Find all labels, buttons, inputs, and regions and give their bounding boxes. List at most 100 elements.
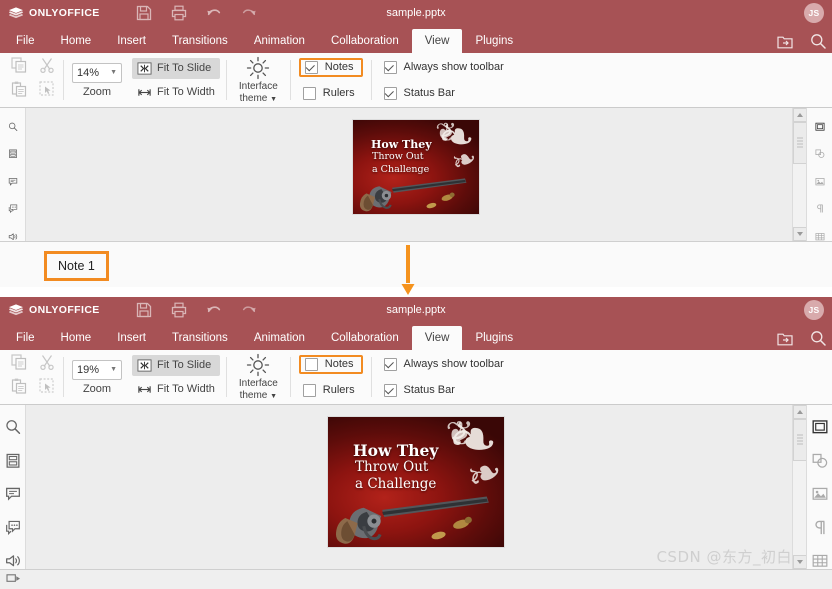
- scroll-down-button[interactable]: [793, 227, 806, 241]
- fit-to-width-button[interactable]: Fit To Width: [132, 379, 220, 400]
- start-slideshow-button[interactable]: [0, 573, 26, 586]
- vertical-scrollbar-after[interactable]: [792, 405, 806, 569]
- tab-animation[interactable]: Animation: [241, 29, 318, 53]
- copy-icon[interactable]: [11, 354, 27, 370]
- search-icon[interactable]: [810, 33, 826, 49]
- slides-icon[interactable]: [5, 453, 21, 469]
- interface-theme-button[interactable]: Interface theme ▼: [229, 350, 288, 404]
- tab-collaboration[interactable]: Collaboration: [318, 29, 412, 53]
- feedback-icon[interactable]: [5, 232, 21, 241]
- always-show-toolbar-row[interactable]: Always show toolbar: [380, 355, 508, 374]
- select-all-icon[interactable]: [39, 378, 55, 394]
- status-bar-row[interactable]: Status Bar: [380, 381, 508, 400]
- comments-icon[interactable]: [5, 177, 21, 186]
- always-show-toolbar-checkbox[interactable]: [383, 60, 397, 74]
- tab-home[interactable]: Home: [48, 29, 105, 53]
- always-show-toolbar-row[interactable]: Always show toolbar: [380, 58, 508, 77]
- tab-view[interactable]: View: [411, 326, 463, 350]
- save-icon[interactable]: [136, 5, 152, 21]
- avatar[interactable]: JS: [804, 300, 824, 320]
- tab-plugins[interactable]: Plugins: [462, 29, 526, 53]
- tab-home[interactable]: Home: [48, 326, 105, 350]
- undo-icon[interactable]: [206, 302, 222, 318]
- status-bar-checkbox[interactable]: [383, 86, 397, 100]
- scroll-up-button[interactable]: [793, 405, 806, 419]
- redo-icon[interactable]: [241, 302, 257, 318]
- paste-icon[interactable]: [11, 81, 27, 97]
- save-icon[interactable]: [136, 302, 152, 318]
- fit-to-slide-button[interactable]: Fit To Slide: [132, 354, 220, 376]
- paste-icon[interactable]: [11, 378, 27, 394]
- slide-thumbnail-after[interactable]: ❧ ❦ ❧ How They Throw Out a Challenge: [328, 417, 504, 547]
- search-icon[interactable]: [5, 122, 21, 132]
- copy-icon[interactable]: [11, 57, 27, 73]
- interface-theme-button[interactable]: Interface theme ▼: [229, 53, 288, 107]
- search-icon[interactable]: [5, 419, 21, 435]
- tab-transitions[interactable]: Transitions: [159, 29, 241, 53]
- undo-icon[interactable]: [206, 5, 222, 21]
- rulers-checkbox[interactable]: [302, 383, 316, 397]
- chat-icon[interactable]: [5, 204, 21, 214]
- tab-transitions[interactable]: Transitions: [159, 326, 241, 350]
- fit-to-slide-button[interactable]: Fit To Slide: [132, 57, 220, 79]
- tab-animation[interactable]: Animation: [241, 326, 318, 350]
- scroll-up-button[interactable]: [793, 108, 806, 122]
- slide-canvas-after[interactable]: ❧ ❦ ❧ How They Throw Out a Challenge: [26, 405, 806, 569]
- tab-insert[interactable]: Insert: [104, 29, 159, 53]
- slide-thumbnail-before[interactable]: ❧ ❦ ❧ How They Throw Out a Challenge: [353, 120, 479, 214]
- tab-insert[interactable]: Insert: [104, 326, 159, 350]
- open-file-location-icon[interactable]: [777, 331, 793, 346]
- slide-settings-icon[interactable]: [812, 122, 828, 131]
- avatar[interactable]: JS: [804, 3, 824, 23]
- table-settings-icon[interactable]: [812, 232, 828, 241]
- search-icon[interactable]: [810, 330, 826, 346]
- vertical-scrollbar-before[interactable]: [792, 108, 806, 241]
- paragraph-settings-icon[interactable]: [812, 204, 828, 213]
- scroll-thumb[interactable]: [793, 419, 806, 461]
- scroll-thumb[interactable]: [793, 122, 806, 164]
- tab-view[interactable]: View: [411, 29, 463, 53]
- chat-icon[interactable]: [5, 520, 21, 536]
- fit-to-width-button[interactable]: Fit To Width: [132, 82, 220, 103]
- tab-collaboration[interactable]: Collaboration: [318, 326, 412, 350]
- cut-icon[interactable]: [39, 354, 55, 370]
- open-file-location-icon[interactable]: [777, 34, 793, 49]
- comments-icon[interactable]: [5, 486, 21, 502]
- brand-before[interactable]: ONLYOFFICE: [0, 6, 100, 20]
- slides-icon[interactable]: [5, 149, 21, 159]
- brand-after[interactable]: ONLYOFFICE: [0, 303, 100, 317]
- zoom-select[interactable]: 19% ▼: [72, 359, 122, 380]
- notes-pane-before[interactable]: Note 1: [0, 241, 832, 287]
- paragraph-settings-icon[interactable]: [812, 520, 828, 536]
- tab-file[interactable]: File: [3, 29, 48, 53]
- status-bar-checkbox[interactable]: [383, 383, 397, 397]
- print-icon[interactable]: [171, 302, 187, 318]
- always-show-toolbar-checkbox[interactable]: [383, 357, 397, 371]
- rulers-checkbox-row[interactable]: Rulers: [299, 84, 363, 103]
- rulers-checkbox[interactable]: [302, 86, 316, 100]
- cut-icon[interactable]: [39, 57, 55, 73]
- notes-checkbox-row[interactable]: Notes: [298, 57, 363, 77]
- table-settings-icon[interactable]: [812, 553, 828, 569]
- notes-checkbox[interactable]: [304, 357, 318, 371]
- shape-settings-icon[interactable]: [812, 453, 828, 469]
- feedback-icon[interactable]: [5, 553, 21, 569]
- note-highlight-box[interactable]: Note 1: [44, 251, 109, 281]
- tab-plugins[interactable]: Plugins: [462, 326, 526, 350]
- notes-content-area[interactable]: Note 1: [26, 242, 832, 287]
- shape-settings-icon[interactable]: [812, 149, 828, 159]
- redo-icon[interactable]: [241, 5, 257, 21]
- status-bar-row[interactable]: Status Bar: [380, 84, 508, 103]
- image-settings-icon[interactable]: [812, 486, 828, 502]
- zoom-select[interactable]: 14% ▼: [72, 62, 122, 83]
- slide-settings-icon[interactable]: [811, 419, 828, 435]
- select-all-icon[interactable]: [39, 81, 55, 97]
- tab-file[interactable]: File: [3, 326, 48, 350]
- notes-checkbox[interactable]: [304, 60, 318, 74]
- scroll-down-button[interactable]: [793, 555, 806, 569]
- slide-canvas-before[interactable]: ❧ ❦ ❧ How They Throw Out a Challenge: [26, 108, 806, 241]
- rulers-checkbox-row[interactable]: Rulers: [299, 381, 363, 400]
- notes-checkbox-row[interactable]: Notes: [298, 354, 363, 374]
- print-icon[interactable]: [171, 5, 187, 21]
- image-settings-icon[interactable]: [812, 177, 828, 186]
